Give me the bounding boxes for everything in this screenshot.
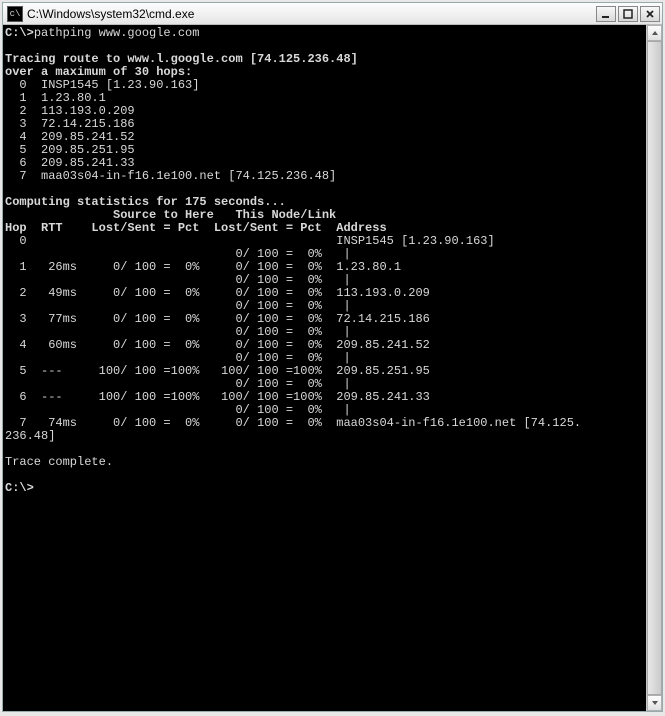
chevron-up-icon bbox=[651, 29, 659, 37]
scroll-up-arrow[interactable] bbox=[647, 25, 662, 41]
close-icon bbox=[645, 9, 655, 19]
minimize-button[interactable] bbox=[596, 6, 616, 22]
scroll-thumb[interactable] bbox=[647, 41, 662, 695]
titlebar[interactable]: c\ C:\Windows\system32\cmd.exe bbox=[3, 3, 662, 25]
scroll-track[interactable] bbox=[647, 41, 662, 695]
scroll-down-arrow[interactable] bbox=[647, 695, 662, 711]
close-button[interactable] bbox=[640, 6, 660, 22]
terminal-output[interactable]: C:\>pathping www.google.com Tracing rout… bbox=[3, 25, 646, 711]
maximize-icon bbox=[623, 9, 633, 19]
cmd-icon: c\ bbox=[7, 6, 23, 22]
minimize-icon bbox=[601, 9, 611, 19]
terminal-area: C:\>pathping www.google.com Tracing rout… bbox=[3, 25, 662, 711]
cmd-window: c\ C:\Windows\system32\cmd.exe C:\>pathp… bbox=[2, 2, 663, 712]
window-buttons bbox=[596, 6, 660, 22]
window-title: C:\Windows\system32\cmd.exe bbox=[27, 7, 592, 21]
maximize-button[interactable] bbox=[618, 6, 638, 22]
vertical-scrollbar[interactable] bbox=[646, 25, 662, 711]
chevron-down-icon bbox=[651, 699, 659, 707]
